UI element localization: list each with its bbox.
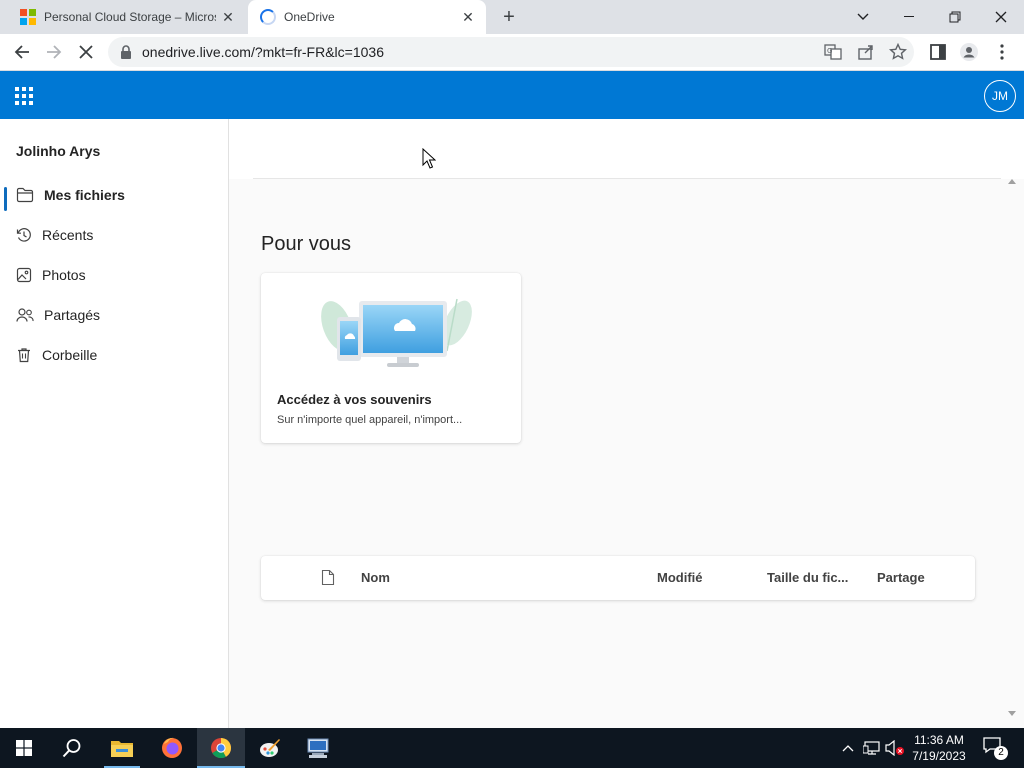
folder-icon: [16, 187, 34, 203]
sidebar-item-partages[interactable]: Partagés: [0, 295, 228, 335]
tab-title: OneDrive: [284, 10, 335, 24]
show-hidden-icons-button[interactable]: [838, 728, 858, 768]
tab-close-icon[interactable]: ✕: [220, 9, 236, 25]
taskbar-remote-desktop[interactable]: [294, 728, 342, 768]
new-tab-button[interactable]: +: [498, 6, 520, 28]
firefox-icon: [162, 737, 182, 758]
column-header-modified[interactable]: Modifié: [657, 570, 703, 585]
lock-icon[interactable]: [120, 45, 132, 59]
taskbar-paint[interactable]: [246, 728, 294, 768]
tab-close-icon[interactable]: ✕: [460, 9, 476, 25]
address-bar[interactable]: onedrive.live.com/?mkt=fr-FR&lc=1036 G: [108, 37, 914, 67]
windows-taskbar: 11:36 AM 7/19/2023 2: [0, 728, 1024, 768]
back-button[interactable]: [8, 38, 36, 66]
file-explorer-icon: [111, 741, 133, 757]
main-content: Pour vous Accédez à vos souvenirs Sur n'…: [229, 119, 1024, 728]
windows-logo-icon: [16, 740, 32, 756]
taskbar-file-explorer[interactable]: [98, 728, 146, 768]
tab-personal-cloud-storage[interactable]: Personal Cloud Storage – Microsoft ✕: [8, 0, 246, 34]
taskbar-clock[interactable]: 11:36 AM 7/19/2023: [906, 732, 972, 764]
start-button[interactable]: [0, 728, 48, 768]
bookmark-star-icon[interactable]: [889, 43, 907, 61]
sidebar-item-label: Mes fichiers: [44, 187, 125, 203]
network-status[interactable]: [862, 728, 882, 768]
translate-icon[interactable]: G: [824, 43, 842, 61]
command-bar-area: [229, 119, 1024, 179]
tab-onedrive[interactable]: OneDrive ✕: [248, 0, 486, 34]
card-title: Accédez à vos souvenirs: [277, 392, 432, 407]
taskbar-firefox[interactable]: [148, 728, 196, 768]
clock-time: 11:36 AM: [914, 733, 964, 747]
forward-button[interactable]: [40, 38, 68, 66]
divider: [253, 178, 1001, 179]
action-center-button[interactable]: 2: [982, 736, 1008, 760]
column-header-file-size[interactable]: Taille du fic...: [767, 570, 848, 585]
people-icon: [16, 308, 34, 322]
menu-more-icon[interactable]: [992, 42, 1012, 62]
browser-tab-strip: Personal Cloud Storage – Microsoft ✕ One…: [0, 0, 1024, 34]
tab-search-icon[interactable]: [840, 0, 886, 34]
column-header-sharing[interactable]: Partage: [877, 570, 925, 585]
sidebar-item-corbeille[interactable]: Corbeille: [0, 335, 228, 375]
app-launcher-icon[interactable]: [15, 87, 33, 105]
image-icon: [16, 267, 32, 283]
profile-icon[interactable]: [959, 42, 979, 62]
microsoft-logo-icon: [20, 9, 36, 25]
file-list-header: Nom Modifié Taille du fic... Partage: [261, 556, 975, 600]
restore-button[interactable]: [932, 0, 978, 34]
sidebar-item-label: Photos: [42, 267, 86, 283]
clock-date: 7/19/2023: [912, 749, 966, 763]
url-text[interactable]: onedrive.live.com/?mkt=fr-FR&lc=1036: [142, 44, 384, 60]
chevron-up-icon: [842, 745, 854, 752]
minimize-button[interactable]: [886, 0, 932, 34]
share-icon[interactable]: [857, 43, 875, 61]
volume-status[interactable]: [884, 728, 906, 768]
network-icon: [863, 741, 880, 755]
search-button[interactable]: [48, 728, 96, 768]
stop-loading-button[interactable]: [72, 38, 100, 66]
devices-cloud-illustration: [321, 298, 472, 367]
taskbar-chrome[interactable]: [197, 728, 245, 768]
sidebar-item-label: Corbeille: [42, 347, 98, 363]
notification-count-badge: 2: [994, 746, 1008, 760]
scroll-down-arrow[interactable]: [1008, 711, 1016, 716]
section-title: Pour vous: [261, 233, 352, 255]
loading-spinner-icon: [260, 9, 276, 25]
card-subtitle: Sur n'importe quel appareil, n'import...: [277, 414, 463, 426]
trash-icon: [18, 348, 30, 363]
close-window-button[interactable]: [978, 0, 1024, 34]
tab-title: Personal Cloud Storage – Microsoft: [44, 10, 216, 24]
volume-muted-icon: [885, 740, 904, 756]
paint-icon: [260, 739, 280, 757]
side-panel-icon[interactable]: [928, 42, 948, 62]
mouse-cursor-icon: [422, 148, 436, 169]
chrome-icon: [211, 738, 232, 759]
file-type-icon: [321, 569, 335, 586]
sidebar-item-recents[interactable]: Récents: [0, 215, 228, 255]
svg-text:G: G: [827, 47, 832, 55]
left-navigation: Jolinho Arys Mes fichiers Récents Photos…: [0, 119, 229, 728]
computer-icon: [307, 738, 329, 758]
sidebar-item-photos[interactable]: Photos: [0, 255, 228, 295]
sidebar-item-label: Récents: [42, 227, 94, 243]
user-name: Jolinho Arys: [16, 143, 101, 159]
history-icon: [16, 228, 31, 242]
sidebar-item-mes-fichiers[interactable]: Mes fichiers: [0, 175, 228, 215]
search-icon: [62, 739, 81, 758]
sidebar-item-label: Partagés: [44, 307, 101, 323]
account-avatar[interactable]: JM: [984, 80, 1016, 112]
scroll-up-arrow[interactable]: [1008, 179, 1016, 184]
memories-card[interactable]: Accédez à vos souvenirs Sur n'importe qu…: [261, 273, 521, 443]
column-header-name[interactable]: Nom: [361, 570, 390, 585]
browser-toolbar: onedrive.live.com/?mkt=fr-FR&lc=1036 G: [0, 34, 1024, 71]
onedrive-header: JM: [0, 71, 1024, 119]
